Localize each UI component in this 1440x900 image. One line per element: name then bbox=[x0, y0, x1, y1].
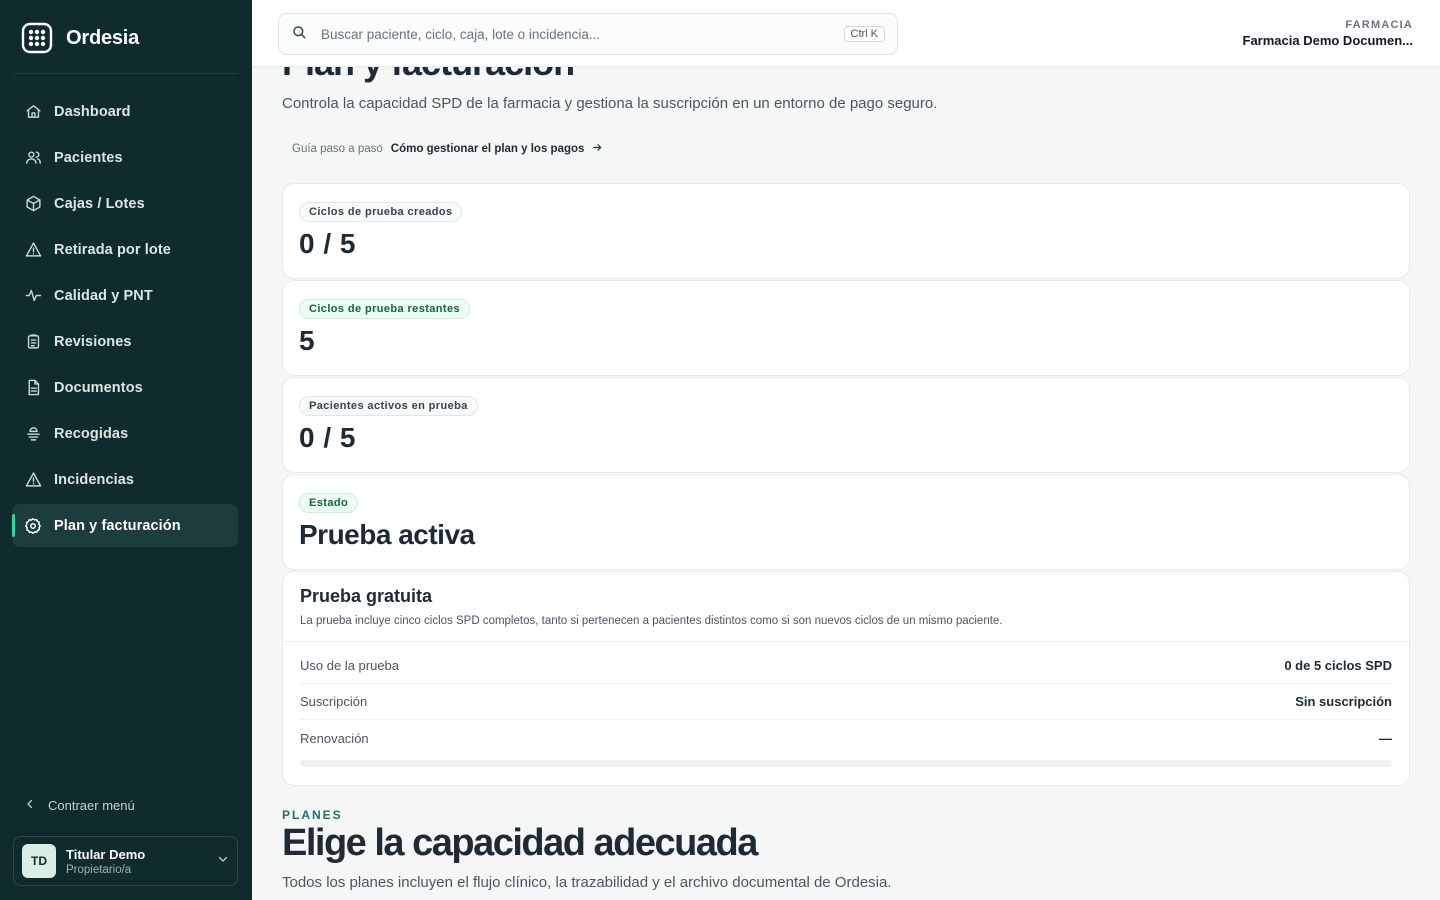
stat-label: Estado bbox=[299, 493, 359, 513]
sidebar-item-label: Cajas / Lotes bbox=[54, 195, 145, 212]
sidebar: Ordesia Dashboard Pacientes Cajas / Lote… bbox=[0, 0, 252, 900]
search-box[interactable]: Ctrl K bbox=[278, 13, 898, 55]
stat-value: 0 / 5 bbox=[299, 228, 356, 259]
guide-label: Guía paso a paso bbox=[292, 143, 383, 155]
row-key: Suscripción bbox=[300, 694, 368, 709]
sidebar-item-retirada[interactable]: Retirada por lote bbox=[12, 228, 238, 271]
chevron-down-icon bbox=[217, 852, 229, 870]
row-key: Renovación bbox=[300, 730, 369, 746]
brand-name: Ordesia bbox=[66, 26, 140, 49]
sidebar-item-label: Revisiones bbox=[54, 333, 132, 350]
shortcut-badge: Ctrl K bbox=[843, 26, 885, 42]
sidebar-item-revisiones[interactable]: Revisiones bbox=[12, 320, 238, 363]
sidebar-item-label: Documentos bbox=[54, 379, 143, 396]
guide-link[interactable]: Cómo gestionar el plan y los pagos bbox=[391, 143, 585, 155]
plans-subtitle: Todos los planes incluyen el flujo clíni… bbox=[282, 874, 892, 891]
trial-row-usage: Uso de la prueba 0 de 5 ciclos SPD bbox=[300, 648, 1392, 684]
warning-icon bbox=[24, 241, 42, 259]
collapse-menu-label: Contraer menú bbox=[48, 798, 135, 813]
main-content: Plan y facturación Controla la capacidad… bbox=[252, 0, 1440, 900]
sidebar-item-recogidas[interactable]: Recogidas bbox=[12, 412, 238, 455]
row-value: — bbox=[1379, 730, 1392, 746]
row-value: Sin suscripción bbox=[1295, 694, 1392, 709]
sidebar-item-dashboard[interactable]: Dashboard bbox=[12, 90, 238, 133]
sidebar-item-plan-facturacion[interactable]: Plan y facturación bbox=[12, 504, 238, 547]
sidebar-item-pacientes[interactable]: Pacientes bbox=[12, 136, 238, 179]
sidebar-nav: Dashboard Pacientes Cajas / Lotes Retira… bbox=[12, 90, 238, 550]
sidebar-item-incidencias[interactable]: Incidencias bbox=[12, 458, 238, 501]
stat-label: Pacientes activos en prueba bbox=[299, 396, 478, 416]
trial-row-subscription: Suscripción Sin suscripción bbox=[300, 684, 1392, 720]
sidebar-item-label: Plan y facturación bbox=[54, 517, 181, 534]
trial-title: Prueba gratuita bbox=[300, 586, 433, 606]
trial-progress-bar bbox=[300, 760, 1392, 767]
pharmacy-label: FARMACIA bbox=[1345, 19, 1413, 31]
chevron-left-icon bbox=[24, 798, 36, 813]
plans-section-label: PLANES bbox=[282, 808, 343, 822]
activity-icon bbox=[24, 287, 42, 305]
alert-icon bbox=[24, 471, 42, 489]
brand[interactable]: Ordesia bbox=[20, 20, 139, 56]
row-key: Uso de la prueba bbox=[300, 658, 400, 673]
ordesia-logo-icon bbox=[21, 22, 53, 54]
collapse-menu-button[interactable]: Contraer menú bbox=[24, 798, 135, 813]
trial-description: La prueba incluye cinco ciclos SPD compl… bbox=[300, 615, 1003, 627]
stat-value: 5 bbox=[299, 325, 316, 356]
stat-value: Prueba activa bbox=[299, 519, 475, 550]
stat-card-cycles-remaining: Ciclos de prueba restantes 5 bbox=[282, 280, 1410, 376]
home-icon bbox=[24, 103, 42, 121]
brand-divider bbox=[14, 73, 238, 74]
page-subtitle: Controla la capacidad SPD de la farmacia… bbox=[282, 95, 938, 112]
document-icon bbox=[24, 379, 42, 397]
sidebar-item-label: Retirada por lote bbox=[54, 241, 171, 258]
search-input[interactable] bbox=[321, 26, 830, 42]
sidebar-item-label: Recogidas bbox=[54, 425, 129, 442]
guide-link-row: Guía paso a paso Cómo gestionar el plan … bbox=[292, 142, 603, 156]
settings-icon bbox=[24, 517, 42, 535]
stat-label: Ciclos de prueba restantes bbox=[299, 299, 471, 319]
trial-row-renewal: Renovación — bbox=[300, 720, 1392, 756]
clipboard-icon bbox=[24, 333, 42, 351]
user-role: Propietario/a bbox=[66, 863, 132, 876]
sidebar-item-cajas-lotes[interactable]: Cajas / Lotes bbox=[12, 182, 238, 225]
users-icon bbox=[24, 149, 42, 167]
sidebar-item-label: Pacientes bbox=[54, 149, 123, 166]
user-menu[interactable]: TD Titular Demo Propietario/a bbox=[13, 836, 238, 886]
pharmacy-selector[interactable]: FARMACIA Farmacia Demo Documen... bbox=[1243, 19, 1414, 48]
row-value: 0 de 5 ciclos SPD bbox=[1284, 658, 1392, 673]
avatar: TD bbox=[22, 844, 56, 878]
topbar: Ctrl K FARMACIA Farmacia Demo Documen... bbox=[252, 0, 1440, 67]
stat-card-status: Estado Prueba activa bbox=[282, 474, 1410, 570]
box-icon bbox=[24, 195, 42, 213]
trial-card: Prueba gratuita La prueba incluye cinco … bbox=[282, 571, 1410, 786]
sidebar-item-label: Incidencias bbox=[54, 471, 135, 488]
search-icon bbox=[291, 24, 307, 45]
sidebar-item-label: Dashboard bbox=[54, 103, 131, 120]
sidebar-item-documentos[interactable]: Documentos bbox=[12, 366, 238, 409]
stat-card-active-patients: Pacientes activos en prueba 0 / 5 bbox=[282, 377, 1410, 473]
arrow-right-icon[interactable] bbox=[592, 142, 603, 156]
sidebar-item-calidad[interactable]: Calidad y PNT bbox=[12, 274, 238, 317]
stat-value: 0 / 5 bbox=[299, 422, 356, 453]
sidebar-item-label: Calidad y PNT bbox=[54, 287, 153, 304]
pharmacy-name: Farmacia Demo Documen... bbox=[1242, 33, 1414, 48]
pickup-icon bbox=[24, 425, 42, 443]
user-name: Titular Demo bbox=[66, 846, 146, 862]
stat-label: Ciclos de prueba creados bbox=[299, 202, 463, 222]
stat-card-cycles-created: Ciclos de prueba creados 0 / 5 bbox=[282, 183, 1410, 279]
plans-title: Elige la capacidad adecuada bbox=[282, 822, 758, 864]
